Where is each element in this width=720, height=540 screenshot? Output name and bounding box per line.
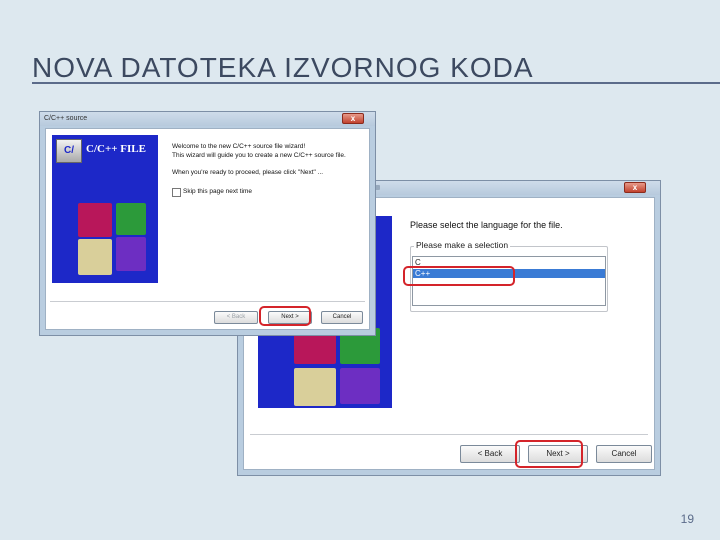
title-underline	[32, 82, 720, 84]
back-button[interactable]: < Back	[214, 311, 258, 324]
welcome-heading: Welcome to the new C/C++ source file wiz…	[172, 143, 306, 150]
close-icon: x	[350, 114, 356, 123]
cube-square-beige	[294, 368, 336, 406]
language-prompt: Please select the language for the file.	[410, 220, 563, 230]
cube-square-green	[116, 203, 146, 235]
wizard-window-welcome: C/C++ source x C/ C/C++ FILE Welcome to …	[39, 111, 376, 336]
back-button[interactable]: < Back	[460, 445, 520, 463]
button-separator	[50, 301, 365, 302]
button-separator	[250, 434, 648, 435]
skip-page-label: Skip this page next time	[183, 188, 253, 195]
wizard-client-area: C/ C/C++ FILE Welcome to the new C/C++ s…	[45, 128, 370, 330]
cube-square-purple	[116, 237, 146, 271]
highlight-next-button-back	[515, 440, 583, 468]
banner-title: C/C++ FILE	[86, 143, 146, 155]
cancel-button[interactable]: Cancel	[596, 445, 652, 463]
welcome-description: This wizard will guide you to create a n…	[172, 152, 346, 159]
slide-title: NOVA DATOTEKA IZVORNOG KODA	[32, 52, 534, 83]
close-icon: x	[632, 183, 638, 192]
window-titlebar[interactable]: C/C++ source	[40, 112, 375, 126]
cube-square-beige	[78, 239, 112, 275]
highlight-cpp-option	[403, 266, 515, 286]
close-button[interactable]: x	[624, 182, 646, 193]
welcome-instruction: When you're ready to proceed, please cli…	[172, 169, 324, 176]
page-number: 19	[680, 512, 694, 526]
close-button[interactable]: x	[342, 113, 364, 124]
cube-square-red	[78, 203, 112, 237]
wizard-banner-image: C/ C/C++ FILE	[52, 135, 158, 283]
cube-square-purple	[340, 368, 380, 404]
cancel-button[interactable]: Cancel	[321, 311, 363, 324]
highlight-next-button-front	[259, 306, 311, 326]
selection-group-label: Please make a selection	[414, 240, 511, 250]
cpp-logo-icon: C/	[56, 139, 82, 163]
skip-page-checkbox[interactable]	[172, 188, 181, 197]
